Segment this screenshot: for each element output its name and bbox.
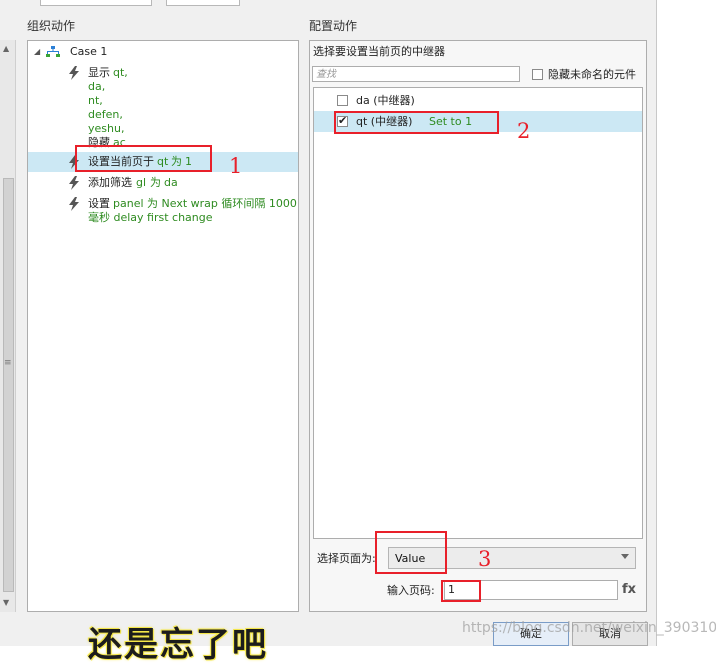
scroll-up-icon[interactable]: ▲ (3, 44, 9, 53)
action-target: defen, (88, 108, 123, 121)
tree-case-row[interactable]: ◢ Case 1 (28, 44, 298, 60)
top-toolbar-field[interactable] (40, 0, 152, 6)
annotation-box-2 (334, 111, 499, 134)
fx-function-icon[interactable]: fx (622, 582, 636, 597)
left-panel-title: 组织动作 (27, 19, 76, 33)
tree-action-add-filter[interactable]: 添加筛选 gl 为 da (28, 174, 298, 192)
select-page-label: 选择页面为: (317, 552, 376, 565)
action-tree-panel: ◢ Case 1 显示 qt, da, nt, defen, yeshu, 隐藏… (27, 40, 299, 612)
top-toolbar-button[interactable] (166, 0, 240, 6)
action-target: gl (136, 176, 147, 189)
hide-unnamed-label: 隐藏未命名的元件 (548, 68, 636, 81)
repeater-item-da[interactable]: da (中继器) (314, 90, 642, 110)
page-number-label: 输入页码: (387, 584, 435, 597)
annotation-box-1 (75, 145, 212, 172)
right-panel-title: 配置动作 (309, 19, 358, 33)
repeater-checkbox[interactable] (337, 95, 348, 106)
annotation-number-3: 3 (478, 547, 492, 571)
action-verb: 设置 (88, 197, 110, 210)
action-detail-line2: 毫秒 delay first change (88, 211, 213, 224)
action-target: yeshu, (88, 122, 125, 135)
search-input[interactable]: 查找 (312, 66, 520, 82)
grip-icon: ≡ (4, 358, 12, 368)
repeater-label: da (中继器) (356, 94, 415, 107)
overlay-caption: 还是忘了吧 (88, 625, 268, 665)
action-target: qt, (113, 66, 128, 79)
lightning-bolt-icon (69, 197, 79, 211)
tree-action-set-panel[interactable]: 设置 panel 为 Next wrap 循环间隔 1000 毫秒 delay … (28, 195, 298, 227)
repeater-subtitle: 选择要设置当前页的中继器 (313, 45, 445, 58)
scroll-down-icon[interactable]: ▼ (3, 598, 9, 607)
lightning-bolt-icon (69, 66, 79, 80)
action-verb: 添加筛选 (88, 176, 132, 189)
chevron-down-icon[interactable] (621, 554, 629, 559)
scrollbar-thumb[interactable] (3, 178, 14, 592)
repeater-list: da (中继器) qt (中继器) Set to 1 (313, 87, 643, 539)
annotation-number-2: 2 (517, 119, 531, 143)
action-connector: 为 (150, 176, 161, 189)
action-value: da (164, 176, 178, 189)
lightning-bolt-icon (69, 176, 79, 190)
action-target: da, (88, 80, 106, 93)
annotation-number-1: 1 (229, 154, 243, 178)
case-label: Case 1 (70, 45, 108, 58)
action-target: nt, (88, 94, 103, 107)
hide-unnamed-checkbox[interactable] (532, 69, 543, 80)
collapse-triangle-icon[interactable]: ◢ (34, 45, 40, 59)
case-tree-icon (46, 46, 60, 57)
left-scrollbar[interactable]: ▲ ≡ ▼ (0, 40, 16, 612)
watermark: https://blog.csdn.net/weixin_39031037 (462, 620, 716, 636)
dialog-window: ▲ ≡ ▼ 组织动作 配置动作 ◢ Case 1 显示 qt, da, nt, … (0, 0, 657, 646)
action-verb: 显示 (88, 66, 110, 79)
annotation-box-4 (441, 580, 481, 602)
action-detail-line1: panel 为 Next wrap 循环间隔 1000 (113, 197, 297, 210)
annotation-box-3 (375, 531, 447, 574)
